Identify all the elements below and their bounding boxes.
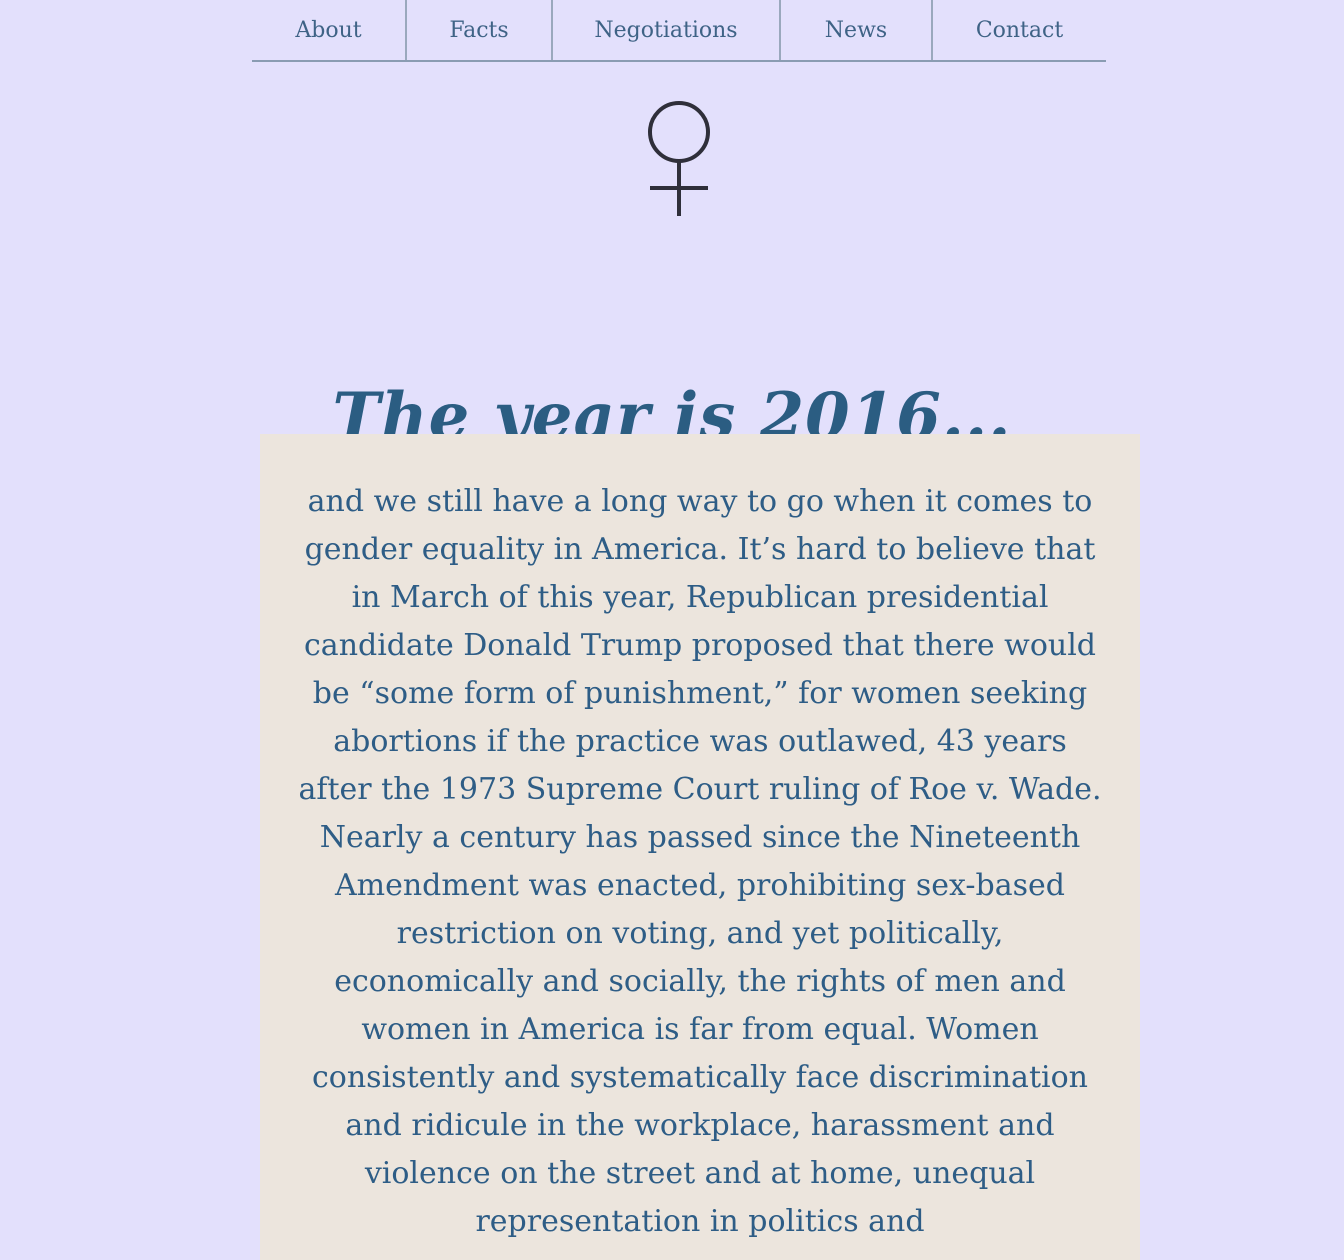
nav-item-news[interactable]: News bbox=[781, 0, 933, 60]
nav-item-negotiations[interactable]: Negotiations bbox=[553, 0, 781, 60]
nav-item-contact[interactable]: Contact bbox=[933, 0, 1106, 60]
venus-symbol-icon bbox=[638, 96, 720, 220]
nav-item-facts[interactable]: Facts bbox=[407, 0, 553, 60]
intro-paragraph: and we still have a long way to go when … bbox=[298, 484, 1102, 1239]
nav-item-about[interactable]: About bbox=[252, 0, 407, 60]
main-nav: About Facts Negotiations News Contact bbox=[252, 0, 1106, 62]
intro-panel: and we still have a long way to go when … bbox=[260, 434, 1140, 1260]
